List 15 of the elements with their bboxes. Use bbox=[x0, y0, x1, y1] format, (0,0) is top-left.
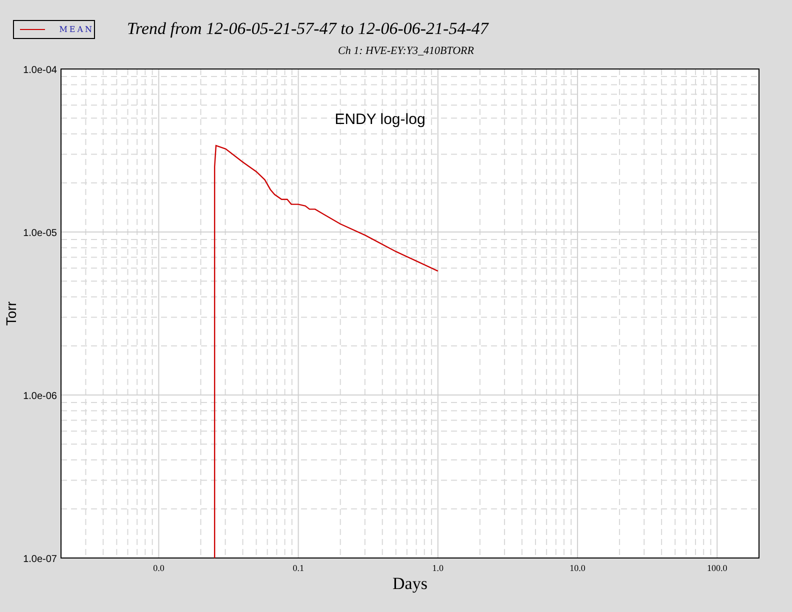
tick-label: 10.0 bbox=[570, 563, 586, 573]
tick-label: 1.0e-05 bbox=[23, 228, 57, 239]
chart-title: Trend from 12-06-05-21-57-47 to 12-06-06-21-54-47 bbox=[127, 19, 488, 39]
tick-label: 100.0 bbox=[707, 563, 728, 573]
tick-label: 0.0 bbox=[153, 563, 164, 573]
legend-label: MEAN bbox=[59, 24, 94, 34]
chart-annotation: ENDY log-log bbox=[334, 111, 426, 128]
channel-subtitle: Ch 1: HVE-EY:Y3_410BTORR bbox=[338, 45, 474, 57]
y-axis-title: Torr bbox=[3, 301, 19, 326]
tick-label: 1.0e-06 bbox=[23, 391, 57, 402]
tick-label: 1.0e-07 bbox=[23, 554, 57, 565]
tick-label: 1.0 bbox=[432, 563, 444, 573]
tick-label: 0.1 bbox=[292, 563, 304, 573]
tick-label: 1.0e-04 bbox=[23, 65, 57, 76]
x-axis-title: Days bbox=[392, 574, 428, 593]
